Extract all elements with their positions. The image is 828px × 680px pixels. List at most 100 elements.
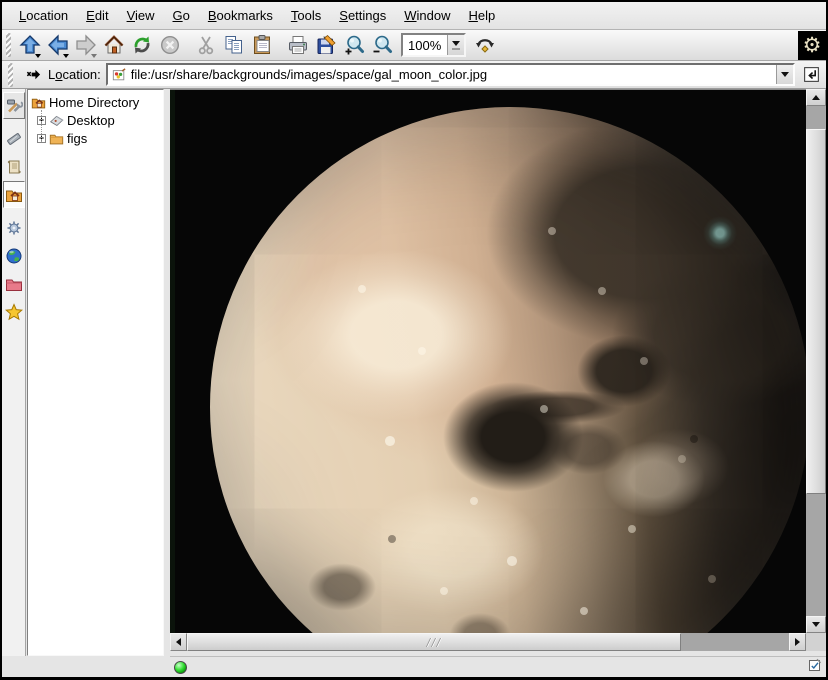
- copy-icon: [223, 34, 245, 56]
- chevron-down-icon: [781, 72, 789, 77]
- status-led: [174, 661, 187, 674]
- cut-icon: [195, 34, 217, 56]
- horizontal-scrollbar[interactable]: [170, 633, 806, 651]
- up-button[interactable]: [16, 31, 44, 60]
- panel-home-directory-button[interactable]: [3, 181, 25, 208]
- menu-view[interactable]: View: [118, 4, 164, 27]
- vertical-scroll-thumb[interactable]: [806, 129, 826, 494]
- menu-go[interactable]: Go: [164, 4, 199, 27]
- tree-item-home-directory[interactable]: Home Directory: [28, 93, 163, 111]
- go-button[interactable]: [800, 64, 822, 86]
- window-chrome: Location Edit View Go Bookmarks Tools Se…: [2, 2, 826, 677]
- zoom-combo-arrow[interactable]: [447, 35, 464, 55]
- save-image-button[interactable]: [312, 31, 340, 60]
- scrollbar-corner: [806, 633, 826, 651]
- clear-location-button[interactable]: [23, 65, 43, 85]
- location-toolbar: Location: file:/usr/share/backgrounds/im…: [2, 61, 826, 89]
- konqueror-window: Location Edit View Go Bookmarks Tools Se…: [0, 0, 828, 680]
- image-view: [170, 89, 806, 633]
- tree-item-desktop[interactable]: + Desktop: [28, 111, 163, 129]
- location-dropdown-button[interactable]: [776, 65, 793, 84]
- vertical-scrollbar[interactable]: [806, 89, 826, 633]
- tree-item-label[interactable]: Home Directory: [49, 95, 139, 110]
- zoom-in-icon: [343, 34, 365, 56]
- history-icon: [5, 158, 23, 176]
- tree-item-label[interactable]: figs: [67, 131, 87, 146]
- scroll-right-button[interactable]: [789, 633, 806, 651]
- menu-settings[interactable]: Settings: [330, 4, 395, 27]
- tree-item-label[interactable]: Desktop: [67, 113, 115, 128]
- horizontal-scroll-thumb[interactable]: [187, 633, 681, 651]
- moon-image: [210, 107, 806, 633]
- tree-item-figs[interactable]: + figs: [28, 129, 163, 147]
- moon-crater-speckles: [210, 107, 214, 111]
- menu-tools[interactable]: Tools: [282, 4, 330, 27]
- menu-bar: Location Edit View Go Bookmarks Tools Se…: [2, 2, 826, 30]
- home-button[interactable]: [100, 31, 128, 60]
- konqueror-gear-logo[interactable]: ⚙: [798, 31, 826, 60]
- print-icon: [287, 34, 309, 56]
- back-button[interactable]: [44, 31, 72, 60]
- zoom-in-button[interactable]: [340, 31, 368, 60]
- network-icon: [5, 247, 23, 265]
- view-note-icon[interactable]: [808, 658, 822, 677]
- panel-network-button[interactable]: [3, 242, 25, 269]
- cut-button: [192, 31, 220, 60]
- main-toolbar: 100% ⚙: [2, 30, 826, 61]
- scroll-down-button[interactable]: [806, 616, 826, 633]
- zoom-level-combo[interactable]: 100%: [401, 33, 466, 57]
- back-dropdown-caret[interactable]: [63, 54, 69, 58]
- reload-button[interactable]: [128, 31, 156, 60]
- services-icon: [5, 219, 23, 237]
- forward-dropdown-caret: [91, 54, 97, 58]
- copy-button[interactable]: [220, 31, 248, 60]
- locationbar-drag-handle[interactable]: [8, 63, 13, 87]
- panel-root-directory-button[interactable]: [3, 270, 25, 297]
- clear-location-icon: [26, 67, 41, 82]
- stop-icon: [159, 34, 181, 56]
- folder-tree-panel: Home Directory + Desktop + figs: [27, 89, 164, 656]
- location-input[interactable]: file:/usr/share/backgrounds/images/space…: [131, 67, 771, 82]
- print-button[interactable]: [284, 31, 312, 60]
- panel-devices-button[interactable]: [3, 125, 25, 152]
- paste-button[interactable]: [248, 31, 276, 60]
- tree-guide-line: [41, 110, 42, 142]
- menu-edit[interactable]: Edit: [77, 4, 117, 27]
- rotate-icon: [474, 34, 496, 56]
- scroll-up-button[interactable]: [806, 89, 826, 106]
- zoom-out-icon: [371, 34, 393, 56]
- menu-window[interactable]: Window: [395, 4, 459, 27]
- desktop-icon: [49, 113, 64, 128]
- navigation-panel-strip: [2, 89, 26, 656]
- menu-bookmarks[interactable]: Bookmarks: [199, 4, 282, 27]
- go-icon: [802, 65, 821, 84]
- menu-location[interactable]: Location: [10, 4, 77, 27]
- thumb-grip: [436, 638, 442, 647]
- home-icon: [103, 34, 125, 56]
- panel-configure-button[interactable]: [3, 92, 25, 119]
- arrow-down-icon: [812, 622, 820, 627]
- paste-icon: [251, 34, 273, 56]
- rotate-button[interactable]: [471, 31, 499, 60]
- devices-icon: [5, 130, 23, 148]
- arrow-left-icon: [176, 638, 181, 646]
- zoom-level-value[interactable]: 100%: [403, 35, 447, 55]
- up-dropdown-caret[interactable]: [35, 54, 41, 58]
- panel-bookmarks-button[interactable]: [3, 298, 25, 325]
- stop-button: [156, 31, 184, 60]
- menu-help[interactable]: Help: [460, 4, 505, 27]
- status-bar: [170, 656, 826, 677]
- scroll-left-button[interactable]: [170, 633, 187, 651]
- save-image-icon: [315, 34, 337, 56]
- home-directory-icon: [5, 186, 23, 204]
- toolbar-drag-handle[interactable]: [6, 33, 11, 57]
- folder-home-icon: [31, 95, 46, 110]
- arrow-right-icon: [795, 638, 800, 646]
- reload-icon: [131, 34, 153, 56]
- root-directory-icon: [5, 275, 23, 293]
- forward-button: [72, 31, 100, 60]
- panel-services-button[interactable]: [3, 214, 25, 241]
- panel-history-button[interactable]: [3, 153, 25, 180]
- zoom-out-button[interactable]: [368, 31, 396, 60]
- location-combobox[interactable]: file:/usr/share/backgrounds/images/space…: [106, 63, 795, 86]
